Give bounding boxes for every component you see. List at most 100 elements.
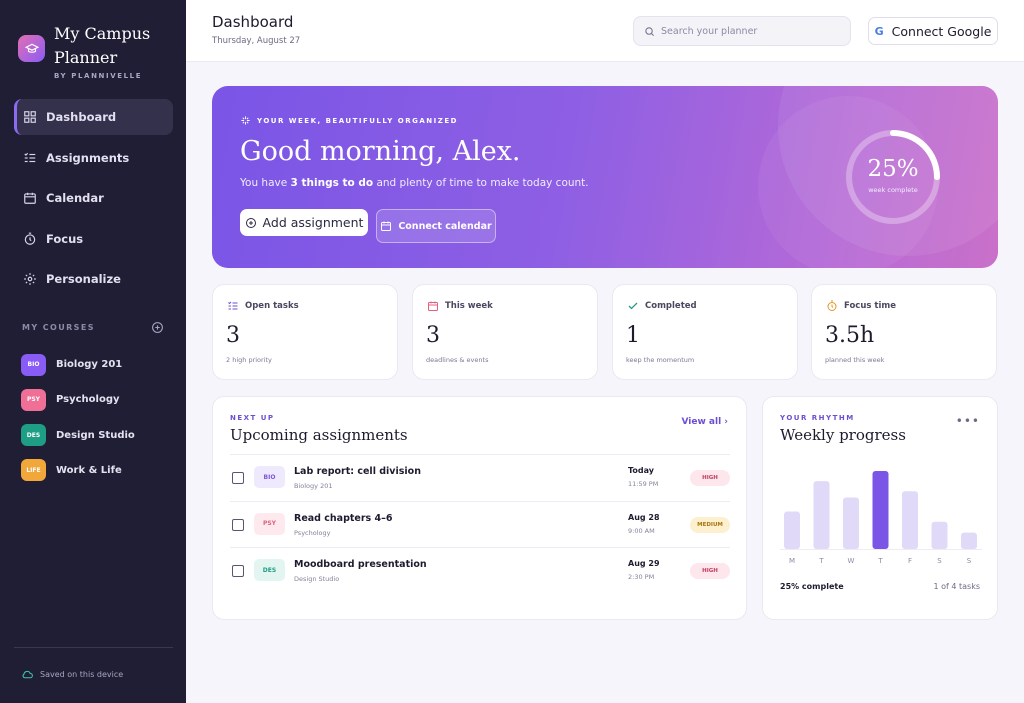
task-row[interactable]: PSY Read chapters 4–6 Psychology Aug 28 … bbox=[230, 500, 730, 548]
task-name: Moodboard presentation bbox=[294, 559, 427, 570]
add-assignment-button[interactable]: Add assignment bbox=[240, 209, 368, 236]
hero-summary: You have 3 things to do and plenty of ti… bbox=[240, 177, 589, 189]
course-badge: BIO bbox=[21, 353, 46, 376]
sidebar-divider bbox=[14, 647, 173, 648]
sidebar-nav: Dashboard Assignments Calendar Focus Per… bbox=[14, 99, 173, 302]
stat-header: Completed bbox=[627, 300, 697, 312]
upcoming-assignments-card: NEXT UP Upcoming assignments View all › … bbox=[212, 396, 747, 620]
chart-bar bbox=[872, 471, 889, 549]
google-icon: G bbox=[874, 24, 884, 38]
stat-label: This week bbox=[445, 301, 493, 311]
task-checkbox[interactable] bbox=[232, 472, 244, 484]
weekly-bar-chart: MTWTFSS bbox=[780, 471, 982, 565]
chart-tick-label: F bbox=[908, 557, 912, 565]
section-title: Weekly progress bbox=[780, 426, 906, 444]
search-icon bbox=[645, 26, 655, 36]
priority-badge: HIGH bbox=[690, 470, 730, 486]
task-checkbox[interactable] bbox=[232, 518, 244, 531]
sidebar-item-personalize[interactable]: Personalize bbox=[14, 261, 173, 297]
sidebar-item-label: Focus bbox=[46, 231, 84, 246]
stat-value: 3 bbox=[426, 323, 440, 348]
stat-card-completed: Completed 1 keep the momentum bbox=[612, 284, 798, 380]
weekly-tasks-count: 1 of 4 tasks bbox=[933, 582, 980, 591]
search-input[interactable] bbox=[661, 25, 841, 37]
brand: My Campus Planner BY PLANNIVELLE bbox=[18, 22, 154, 80]
task-course: Biology 201 bbox=[294, 482, 333, 490]
sidebar-item-calendar[interactable]: Calendar bbox=[14, 180, 173, 216]
timer-icon bbox=[23, 232, 37, 246]
sidebar: My Campus Planner BY PLANNIVELLE Dashboa… bbox=[0, 0, 186, 703]
stat-header: Focus time bbox=[826, 300, 896, 312]
task-due-time: 9:00 AM bbox=[628, 526, 655, 535]
checklist-icon bbox=[228, 301, 238, 310]
task-name: Read chapters 4–6 bbox=[294, 512, 393, 524]
course-name: Work & Life bbox=[56, 464, 122, 476]
stat-card-focus-time: Focus time 3.5h planned this week bbox=[811, 284, 997, 380]
chart-tick-label: S bbox=[967, 557, 972, 565]
priority-badge: MEDIUM bbox=[690, 516, 730, 533]
task-due-date: Today bbox=[628, 466, 654, 475]
plus-circle-icon bbox=[245, 217, 256, 228]
course-item-design-studio[interactable]: DES Design Studio bbox=[21, 423, 135, 448]
courses-label: MY COURSES bbox=[22, 323, 95, 332]
sidebar-item-focus[interactable]: Focus bbox=[14, 221, 173, 257]
view-all-link[interactable]: View all › bbox=[681, 417, 728, 427]
add-course-icon[interactable] bbox=[151, 321, 164, 334]
weekly-complete-text: 25% complete bbox=[780, 582, 844, 591]
grid-icon bbox=[23, 110, 37, 124]
saved-text: Saved on this device bbox=[40, 670, 124, 679]
course-name: Design Studio bbox=[56, 429, 135, 441]
sidebar-item-label: Calendar bbox=[46, 191, 104, 206]
chart-bar bbox=[931, 521, 948, 549]
page-date: Thursday, August 27 bbox=[212, 36, 301, 46]
task-row[interactable]: DES Moodboard presentation Design Studio… bbox=[230, 547, 730, 594]
chart-bar bbox=[784, 511, 800, 549]
cloud-icon bbox=[22, 670, 33, 679]
sidebar-item-label: Dashboard bbox=[46, 110, 117, 124]
hero-summary-bold: 3 things to do bbox=[290, 177, 374, 189]
course-chip: DES bbox=[254, 559, 285, 581]
connect-calendar-button[interactable]: Connect calendar bbox=[376, 209, 496, 243]
sidebar-item-assignments[interactable]: Assignments bbox=[14, 140, 173, 176]
hero-banner: YOUR WEEK, BEAUTIFULLY ORGANIZED Good mo… bbox=[212, 86, 998, 268]
more-menu-icon[interactable]: ••• bbox=[956, 414, 980, 428]
course-item-biology[interactable]: BIO Biology 201 bbox=[21, 352, 135, 377]
stat-label: Open tasks bbox=[245, 301, 299, 311]
task-due-time: 11:59 PM bbox=[628, 480, 659, 488]
hero-summary-pre: You have bbox=[240, 177, 291, 189]
graduation-cap-icon bbox=[18, 35, 45, 62]
sidebar-item-label: Assignments bbox=[46, 150, 130, 165]
chart-bar bbox=[902, 491, 918, 549]
course-name: Psychology bbox=[56, 394, 120, 406]
task-course: Psychology bbox=[294, 528, 331, 537]
stat-caption: deadlines & events bbox=[426, 356, 489, 364]
stat-value: 3.5h bbox=[825, 323, 875, 348]
task-row[interactable]: BIO Lab report: cell division Biology 20… bbox=[230, 454, 730, 501]
task-checkbox[interactable] bbox=[232, 565, 244, 577]
search-box[interactable] bbox=[633, 16, 851, 46]
stat-card-open-tasks: Open tasks 3 2 high priority bbox=[212, 284, 398, 380]
stat-label: Completed bbox=[645, 301, 697, 311]
connect-google-button[interactable]: G Connect Google bbox=[868, 17, 998, 45]
weekly-progress-card: YOUR RHYTHM Weekly progress ••• MTWTFSS … bbox=[762, 396, 998, 620]
page-title: Dashboard bbox=[212, 13, 294, 31]
course-item-psychology[interactable]: PSY Psychology bbox=[21, 387, 135, 412]
connect-google-label: Connect Google bbox=[891, 23, 992, 39]
timer-icon bbox=[827, 300, 837, 311]
course-list: BIO Biology 201 PSY Psychology DES Desig… bbox=[21, 352, 135, 493]
stat-caption: 2 high priority bbox=[226, 356, 272, 364]
task-course: Design Studio bbox=[294, 575, 340, 583]
chart-bar bbox=[843, 497, 859, 549]
course-item-work-life[interactable]: LIFE Work & Life bbox=[21, 458, 135, 483]
courses-header: MY COURSES bbox=[22, 321, 164, 334]
hero-summary-post: and plenty of time to make today count. bbox=[373, 177, 589, 189]
task-due-time: 2:30 PM bbox=[628, 573, 655, 581]
task-list: BIO Lab report: cell division Biology 20… bbox=[230, 454, 730, 594]
chart-tick-label: M bbox=[789, 557, 795, 565]
stat-card-this-week: This week 3 deadlines & events bbox=[412, 284, 598, 380]
sidebar-item-dashboard[interactable]: Dashboard bbox=[14, 99, 173, 135]
section-title: Upcoming assignments bbox=[230, 426, 408, 444]
brand-title: My Campus Planner bbox=[54, 24, 151, 67]
hero-greeting: Good morning, Alex. bbox=[240, 136, 521, 167]
chart-bar bbox=[961, 532, 977, 549]
